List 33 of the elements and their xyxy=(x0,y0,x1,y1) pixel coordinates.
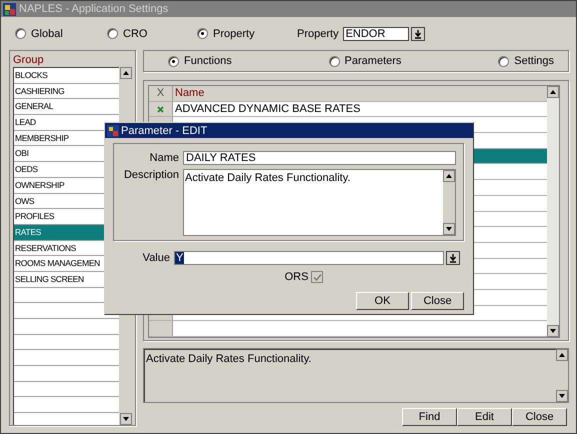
checkbox-label: ORS xyxy=(284,271,308,283)
list-item[interactable]: BLOCKS xyxy=(14,68,119,84)
app-icon[interactable] xyxy=(107,124,119,136)
property-field[interactable]: ENDOR xyxy=(342,26,409,40)
field-label: Value xyxy=(142,252,171,264)
action-button[interactable]: Find xyxy=(402,408,457,426)
list-item[interactable]: CASHIERING xyxy=(14,84,119,100)
list-item[interactable]: GENERAL xyxy=(14,99,119,116)
description-field[interactable]: Activate Daily Rates Functionality. xyxy=(183,169,456,236)
dialog-button[interactable]: Close xyxy=(411,292,464,310)
value-field[interactable]: Y xyxy=(174,251,444,265)
field-label: Name xyxy=(148,152,180,164)
dialog-button[interactable]: OK xyxy=(356,292,409,310)
radio-option[interactable]: Global xyxy=(15,28,107,40)
radio-option[interactable]: Parameters xyxy=(328,55,402,67)
field-label: Description xyxy=(122,169,180,181)
table-row[interactable]: ADVANCED DYNAMIC BASE RATES xyxy=(149,102,547,118)
table-cell: ADVANCED DYNAMIC BASE RATES xyxy=(175,103,360,116)
field-label: Property xyxy=(297,28,339,40)
dropdown-arrow-icon[interactable] xyxy=(446,251,460,265)
dialog-title: Parameter - EDIT xyxy=(121,124,208,136)
radio-option[interactable]: Functions xyxy=(168,55,232,67)
description-text: Activate Daily Rates Functionality. xyxy=(145,352,312,367)
column-header[interactable]: Name xyxy=(173,86,547,101)
radio-option[interactable]: CRO xyxy=(107,28,197,40)
app-icon[interactable] xyxy=(3,2,16,16)
action-button[interactable]: Close xyxy=(512,408,567,426)
radio-option[interactable]: Property xyxy=(197,28,297,40)
action-button[interactable]: Edit xyxy=(457,408,512,426)
name-field[interactable]: DAILY RATES xyxy=(183,151,456,165)
radio-option[interactable]: Settings xyxy=(498,55,554,67)
window-title: NAPLES - Application Settings xyxy=(19,3,168,15)
group-label: Group xyxy=(13,54,45,67)
